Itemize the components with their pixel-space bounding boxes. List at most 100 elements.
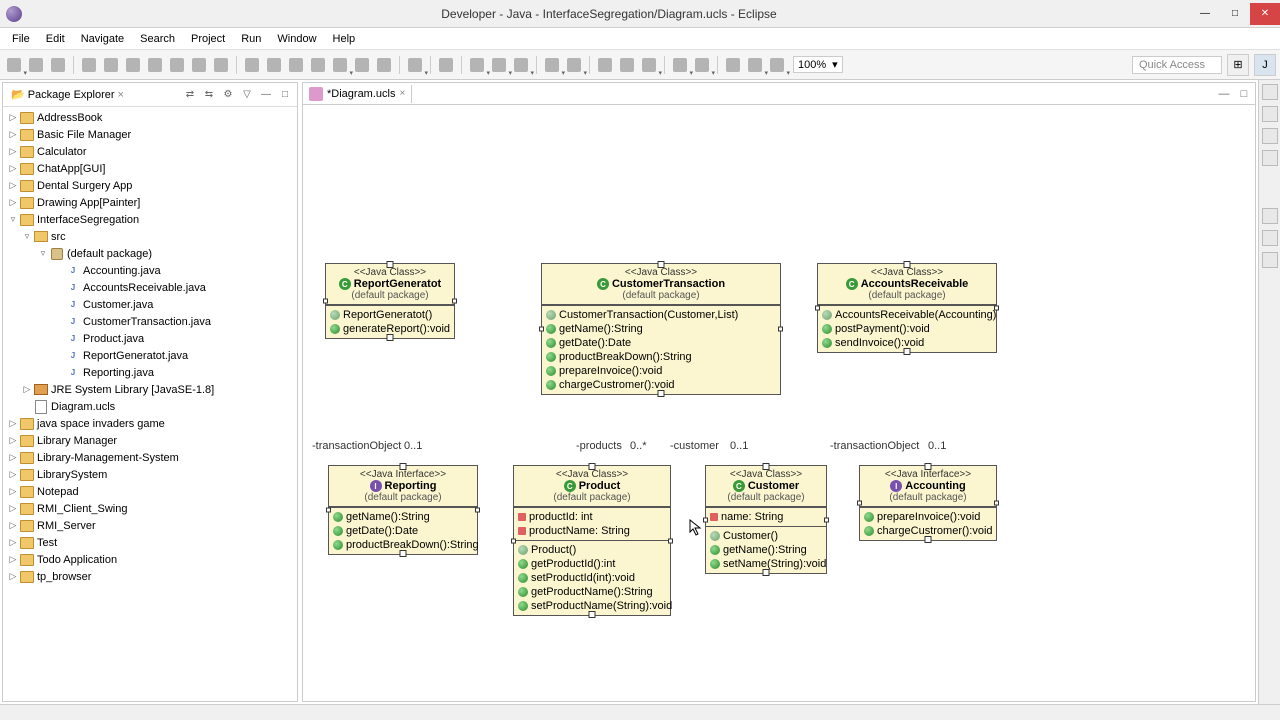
open-type-button[interactable]	[595, 55, 615, 75]
tree-item[interactable]: CustomerTransaction.java	[3, 313, 297, 330]
tree-item[interactable]: ▷java space invaders game	[3, 415, 297, 432]
collapse-all-button[interactable]: ⇄	[182, 87, 198, 103]
uml-class-accountsreceivable[interactable]: <<Java Class>> CAccountsReceivable (defa…	[817, 263, 997, 353]
gutter-problems-button[interactable]	[1262, 208, 1278, 224]
uml-class-customertransaction[interactable]: <<Java Class>> CCustomerTransaction (def…	[541, 263, 781, 395]
last-edit-button[interactable]	[723, 55, 743, 75]
menu-file[interactable]: File	[4, 30, 38, 48]
tree-item[interactable]: ▷Todo Application	[3, 551, 297, 568]
editor-tab-diagram[interactable]: *Diagram.ucls ×	[303, 85, 412, 103]
tree-item[interactable]: ▷Calculator	[3, 143, 297, 160]
tree-item[interactable]: ▷JRE System Library [JavaSE-1.8]	[3, 381, 297, 398]
package-explorer-tab[interactable]: 📂 Package Explorer ×	[7, 86, 128, 103]
tree-item[interactable]: ▷Dental Surgery App	[3, 177, 297, 194]
menu-help[interactable]: Help	[325, 30, 364, 48]
uml-interface-accounting[interactable]: <<Java Interface>> IAccounting (default …	[859, 465, 997, 541]
shape-tool[interactable]	[330, 55, 350, 75]
menu-navigate[interactable]: Navigate	[73, 30, 132, 48]
align-right-tool[interactable]	[145, 55, 165, 75]
gutter-javadoc-button[interactable]	[1262, 230, 1278, 246]
new-package-button[interactable]	[542, 55, 562, 75]
quick-access-input[interactable]: Quick Access	[1132, 56, 1222, 74]
gutter-outline-button[interactable]	[1262, 106, 1278, 122]
close-icon[interactable]: ×	[399, 88, 405, 99]
tree-item[interactable]: ▷ChatApp[GUI]	[3, 160, 297, 177]
arrow-down-tool[interactable]	[264, 55, 284, 75]
layout-tool[interactable]	[405, 55, 425, 75]
circle-outline-tool[interactable]	[352, 55, 372, 75]
wand-tool[interactable]	[436, 55, 456, 75]
tree-item[interactable]: ▷AddressBook	[3, 109, 297, 126]
tree-item[interactable]: ▿InterfaceSegregation	[3, 211, 297, 228]
new-button[interactable]	[4, 55, 24, 75]
select-tool[interactable]	[79, 55, 99, 75]
uml-class-reportgeneratot[interactable]: <<Java Class>> CReportGeneratot (default…	[325, 263, 455, 339]
tree-item[interactable]: ▷Library Manager	[3, 432, 297, 449]
tree-item[interactable]: Product.java	[3, 330, 297, 347]
tree-item[interactable]: ▷Basic File Manager	[3, 126, 297, 143]
menu-search[interactable]: Search	[132, 30, 183, 48]
uml-class-product[interactable]: <<Java Class>> CProduct (default package…	[513, 465, 671, 616]
zoom-level[interactable]: 100%▾	[793, 56, 843, 73]
maximize-view-button[interactable]: □	[277, 87, 293, 103]
gutter-declaration-button[interactable]	[1262, 252, 1278, 268]
align-left-tool[interactable]	[101, 55, 121, 75]
uml-class-customer[interactable]: <<Java Class>> CCustomer (default packag…	[705, 465, 827, 574]
gutter-restore-button[interactable]	[1262, 84, 1278, 100]
align-middle-tool[interactable]	[189, 55, 209, 75]
menu-run[interactable]: Run	[233, 30, 269, 48]
tree-item[interactable]: Diagram.ucls	[3, 398, 297, 415]
link-editor-button[interactable]: ⇆	[201, 87, 217, 103]
perspective-open-button[interactable]: ⊞	[1227, 54, 1249, 76]
tree-item[interactable]: ReportGeneratot.java	[3, 347, 297, 364]
tree-item[interactable]: Reporting.java	[3, 364, 297, 381]
close-icon[interactable]: ×	[118, 89, 124, 101]
window-minimize-button[interactable]: —	[1190, 3, 1220, 25]
minimize-editor-button[interactable]: —	[1215, 87, 1233, 101]
align-center-tool[interactable]	[123, 55, 143, 75]
search-button[interactable]	[639, 55, 659, 75]
run-button[interactable]	[489, 55, 509, 75]
menu-window[interactable]: Window	[269, 30, 324, 48]
menu-project[interactable]: Project	[183, 30, 233, 48]
align-top-tool[interactable]	[167, 55, 187, 75]
back-button[interactable]	[745, 55, 765, 75]
filter-button[interactable]: ⚙	[220, 87, 236, 103]
tree-item[interactable]: ▷Drawing App[Painter]	[3, 194, 297, 211]
view-menu-button[interactable]: ▽	[239, 87, 255, 103]
window-close-button[interactable]: ✕	[1250, 3, 1280, 25]
tree-item[interactable]: ▿(default package)	[3, 245, 297, 262]
forward-button[interactable]	[767, 55, 787, 75]
window-maximize-button[interactable]: □	[1220, 3, 1250, 25]
open-task-button[interactable]	[617, 55, 637, 75]
diamond-tool[interactable]	[308, 55, 328, 75]
tree-item[interactable]: ▷RMI_Client_Swing	[3, 500, 297, 517]
coverage-button[interactable]	[511, 55, 531, 75]
maximize-editor-button[interactable]: □	[1235, 87, 1253, 101]
gutter-hierarchy-button[interactable]	[1262, 150, 1278, 166]
save-all-button[interactable]	[48, 55, 68, 75]
tree-item[interactable]: ▷Library-Management-System	[3, 449, 297, 466]
annotation-prev-button[interactable]	[670, 55, 690, 75]
arrow-up-tool[interactable]	[286, 55, 306, 75]
tree-item[interactable]: ▷Test	[3, 534, 297, 551]
annotation-next-button[interactable]	[692, 55, 712, 75]
tree-item[interactable]: ▷Notepad	[3, 483, 297, 500]
uml-interface-reporting[interactable]: <<Java Interface>> IReporting (default p…	[328, 465, 478, 555]
project-tree[interactable]: ▷AddressBook▷Basic File Manager▷Calculat…	[3, 107, 297, 701]
gutter-tasks-button[interactable]	[1262, 128, 1278, 144]
tree-item[interactable]: ▷tp_browser	[3, 568, 297, 585]
perspective-java-button[interactable]: J	[1254, 54, 1276, 76]
align-bottom-tool[interactable]	[211, 55, 231, 75]
menu-edit[interactable]: Edit	[38, 30, 73, 48]
circle-fill-tool[interactable]	[374, 55, 394, 75]
tree-item[interactable]: ▿src	[3, 228, 297, 245]
tree-item[interactable]: AccountsReceivable.java	[3, 279, 297, 296]
tree-item[interactable]: ▷RMI_Server	[3, 517, 297, 534]
tree-item[interactable]: Accounting.java	[3, 262, 297, 279]
tree-item[interactable]: Customer.java	[3, 296, 297, 313]
new-class-button[interactable]	[564, 55, 584, 75]
minimize-view-button[interactable]: —	[258, 87, 274, 103]
diagram-canvas[interactable]: -transactionObject 0..1 -products 0..* -…	[303, 105, 1255, 701]
debug-button[interactable]	[467, 55, 487, 75]
